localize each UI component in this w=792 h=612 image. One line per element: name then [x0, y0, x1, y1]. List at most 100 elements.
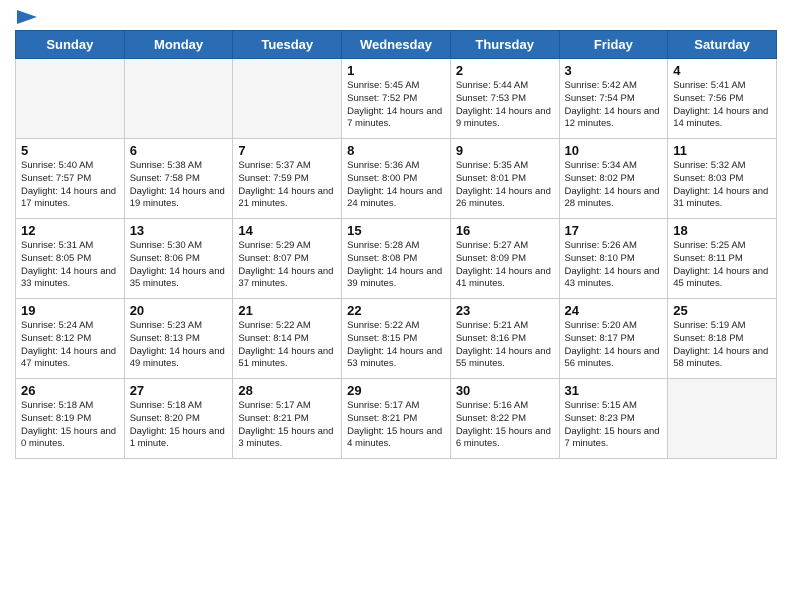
cell-info-text: Sunrise: 5:32 AM Sunset: 8:03 PM Dayligh…	[673, 160, 771, 211]
cell-info-text: Sunrise: 5:35 AM Sunset: 8:01 PM Dayligh…	[456, 160, 554, 211]
calendar-cell	[124, 59, 233, 139]
calendar-cell: 20 Sunrise: 5:23 AM Sunset: 8:13 PM Dayli…	[124, 299, 233, 379]
cell-info-text: Sunrise: 5:26 AM Sunset: 8:10 PM Dayligh…	[565, 240, 663, 291]
calendar-cell: 1Sunrise: 5:45 AM Sunset: 7:52 PM Daylig…	[342, 59, 451, 139]
date-number: 23	[456, 303, 554, 318]
date-number: 10	[565, 143, 663, 158]
cell-info-text: Sunrise: 5:44 AM Sunset: 7:53 PM Dayligh…	[456, 80, 554, 131]
cell-info-text: Sunrise: 5:18 AM Sunset: 8:19 PM Dayligh…	[21, 400, 119, 451]
cell-info-text: Sunrise: 5:21 AM Sunset: 8:16 PM Dayligh…	[456, 320, 554, 371]
calendar-cell: 24Sunrise: 5:20 AM Sunset: 8:17 PM Dayli…	[559, 299, 668, 379]
date-number: 21	[238, 303, 336, 318]
date-number: 29	[347, 383, 445, 398]
cell-info-text: Sunrise: 5:41 AM Sunset: 7:56 PM Dayligh…	[673, 80, 771, 131]
date-number: 3	[565, 63, 663, 78]
calendar-cell: 17 Sunrise: 5:26 AM Sunset: 8:10 PM Dayli…	[559, 219, 668, 299]
calendar-cell: 28 Sunrise: 5:17 AM Sunset: 8:21 PM Dayli…	[233, 379, 342, 459]
calendar-cell: 9 Sunrise: 5:35 AM Sunset: 8:01 PM Daylig…	[450, 139, 559, 219]
calendar-cell: 21 Sunrise: 5:22 AM Sunset: 8:14 PM Dayli…	[233, 299, 342, 379]
cell-info-text: Sunrise: 5:37 AM Sunset: 7:59 PM Dayligh…	[238, 160, 336, 211]
calendar-cell: 19Sunrise: 5:24 AM Sunset: 8:12 PM Dayli…	[16, 299, 125, 379]
date-number: 16	[456, 223, 554, 238]
cell-info-text: Sunrise: 5:31 AM Sunset: 8:05 PM Dayligh…	[21, 240, 119, 291]
calendar-cell: 4 Sunrise: 5:41 AM Sunset: 7:56 PM Daylig…	[668, 59, 777, 139]
calendar-cell: 10Sunrise: 5:34 AM Sunset: 8:02 PM Dayli…	[559, 139, 668, 219]
calendar-cell: 11 Sunrise: 5:32 AM Sunset: 8:03 PM Dayli…	[668, 139, 777, 219]
calendar-cell: 16 Sunrise: 5:27 AM Sunset: 8:09 PM Dayli…	[450, 219, 559, 299]
calendar-cell: 27 Sunrise: 5:18 AM Sunset: 8:20 PM Dayli…	[124, 379, 233, 459]
day-header-tuesday: Tuesday	[233, 31, 342, 59]
calendar-cell: 18Sunrise: 5:25 AM Sunset: 8:11 PM Dayli…	[668, 219, 777, 299]
cell-info-text: Sunrise: 5:27 AM Sunset: 8:09 PM Dayligh…	[456, 240, 554, 291]
page-header	[15, 10, 777, 22]
day-header-friday: Friday	[559, 31, 668, 59]
day-of-week-header-row: SundayMondayTuesdayWednesdayThursdayFrid…	[16, 31, 777, 59]
calendar-week-1: 1Sunrise: 5:45 AM Sunset: 7:52 PM Daylig…	[16, 59, 777, 139]
calendar-cell: 6 Sunrise: 5:38 AM Sunset: 7:58 PM Daylig…	[124, 139, 233, 219]
logo-arrow-icon	[17, 10, 37, 24]
calendar-cell: 31 Sunrise: 5:15 AM Sunset: 8:23 PM Dayli…	[559, 379, 668, 459]
date-number: 17	[565, 223, 663, 238]
calendar-week-2: 5 Sunrise: 5:40 AM Sunset: 7:57 PM Daylig…	[16, 139, 777, 219]
date-number: 6	[130, 143, 228, 158]
date-number: 11	[673, 143, 771, 158]
calendar-cell: 7 Sunrise: 5:37 AM Sunset: 7:59 PM Daylig…	[233, 139, 342, 219]
date-number: 9	[456, 143, 554, 158]
day-header-saturday: Saturday	[668, 31, 777, 59]
date-number: 8	[347, 143, 445, 158]
cell-info-text: Sunrise: 5:19 AM Sunset: 8:18 PM Dayligh…	[673, 320, 771, 371]
cell-info-text: Sunrise: 5:17 AM Sunset: 8:21 PM Dayligh…	[238, 400, 336, 451]
calendar-cell: 13 Sunrise: 5:30 AM Sunset: 8:06 PM Dayli…	[124, 219, 233, 299]
calendar-week-5: 26 Sunrise: 5:18 AM Sunset: 8:19 PM Dayli…	[16, 379, 777, 459]
calendar-cell: 26 Sunrise: 5:18 AM Sunset: 8:19 PM Dayli…	[16, 379, 125, 459]
day-header-sunday: Sunday	[16, 31, 125, 59]
cell-info-text: Sunrise: 5:40 AM Sunset: 7:57 PM Dayligh…	[21, 160, 119, 211]
cell-info-text: Sunrise: 5:16 AM Sunset: 8:22 PM Dayligh…	[456, 400, 554, 451]
date-number: 27	[130, 383, 228, 398]
cell-info-text: Sunrise: 5:17 AM Sunset: 8:21 PM Dayligh…	[347, 400, 445, 451]
calendar-week-3: 12 Sunrise: 5:31 AM Sunset: 8:05 PM Dayli…	[16, 219, 777, 299]
day-header-thursday: Thursday	[450, 31, 559, 59]
cell-info-text: Sunrise: 5:23 AM Sunset: 8:13 PM Dayligh…	[130, 320, 228, 371]
date-number: 22	[347, 303, 445, 318]
date-number: 19	[21, 303, 119, 318]
date-number: 25	[673, 303, 771, 318]
date-number: 4	[673, 63, 771, 78]
date-number: 20	[130, 303, 228, 318]
day-header-monday: Monday	[124, 31, 233, 59]
date-number: 30	[456, 383, 554, 398]
cell-info-text: Sunrise: 5:18 AM Sunset: 8:20 PM Dayligh…	[130, 400, 228, 451]
cell-info-text: Sunrise: 5:42 AM Sunset: 7:54 PM Dayligh…	[565, 80, 663, 131]
cell-info-text: Sunrise: 5:22 AM Sunset: 8:15 PM Dayligh…	[347, 320, 445, 371]
date-number: 12	[21, 223, 119, 238]
cell-info-text: Sunrise: 5:29 AM Sunset: 8:07 PM Dayligh…	[238, 240, 336, 291]
calendar-cell: 25 Sunrise: 5:19 AM Sunset: 8:18 PM Dayli…	[668, 299, 777, 379]
date-number: 18	[673, 223, 771, 238]
calendar-cell: 29 Sunrise: 5:17 AM Sunset: 8:21 PM Dayli…	[342, 379, 451, 459]
calendar-cell	[233, 59, 342, 139]
calendar-cell: 23 Sunrise: 5:21 AM Sunset: 8:16 PM Dayli…	[450, 299, 559, 379]
date-number: 13	[130, 223, 228, 238]
calendar-cell: 2 Sunrise: 5:44 AM Sunset: 7:53 PM Daylig…	[450, 59, 559, 139]
calendar-cell: 8 Sunrise: 5:36 AM Sunset: 8:00 PM Daylig…	[342, 139, 451, 219]
cell-info-text: Sunrise: 5:20 AM Sunset: 8:17 PM Dayligh…	[565, 320, 663, 371]
calendar-cell: 5 Sunrise: 5:40 AM Sunset: 7:57 PM Daylig…	[16, 139, 125, 219]
date-number: 2	[456, 63, 554, 78]
calendar-table: SundayMondayTuesdayWednesdayThursdayFrid…	[15, 30, 777, 459]
calendar-cell	[668, 379, 777, 459]
logo	[15, 10, 37, 22]
date-number: 26	[21, 383, 119, 398]
cell-info-text: Sunrise: 5:30 AM Sunset: 8:06 PM Dayligh…	[130, 240, 228, 291]
calendar-week-4: 19Sunrise: 5:24 AM Sunset: 8:12 PM Dayli…	[16, 299, 777, 379]
date-number: 7	[238, 143, 336, 158]
cell-info-text: Sunrise: 5:22 AM Sunset: 8:14 PM Dayligh…	[238, 320, 336, 371]
calendar-cell: 12 Sunrise: 5:31 AM Sunset: 8:05 PM Dayli…	[16, 219, 125, 299]
cell-info-text: Sunrise: 5:15 AM Sunset: 8:23 PM Dayligh…	[565, 400, 663, 451]
cell-info-text: Sunrise: 5:36 AM Sunset: 8:00 PM Dayligh…	[347, 160, 445, 211]
date-number: 5	[21, 143, 119, 158]
date-number: 28	[238, 383, 336, 398]
cell-info-text: Sunrise: 5:38 AM Sunset: 7:58 PM Dayligh…	[130, 160, 228, 211]
calendar-cell: 22 Sunrise: 5:22 AM Sunset: 8:15 PM Dayli…	[342, 299, 451, 379]
calendar-cell: 3 Sunrise: 5:42 AM Sunset: 7:54 PM Daylig…	[559, 59, 668, 139]
date-number: 31	[565, 383, 663, 398]
